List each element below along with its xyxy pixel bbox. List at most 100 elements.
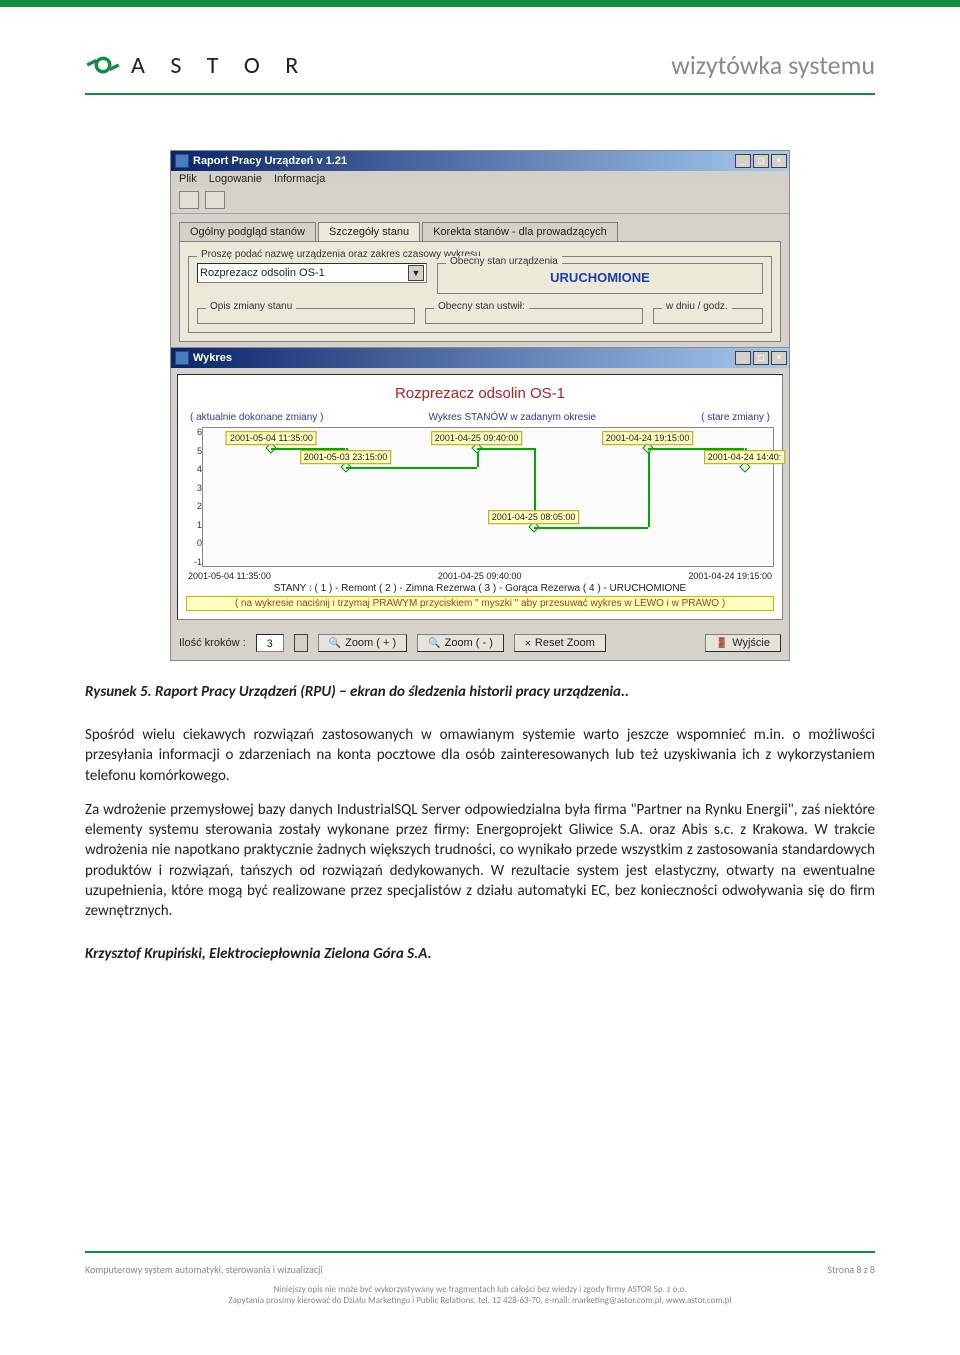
tab-bar: Ogólny podgląd stanów Szczegóły stanu Ko…: [179, 222, 781, 241]
main-app-window: Raport Pracy Urządzeń v 1.21 _ □ × Plik …: [170, 150, 790, 351]
steps-label: Ilość kroków :: [179, 637, 246, 649]
menu-bar: Plik Logowanie Informacja: [171, 171, 789, 187]
xlabel: 2001-04-25 09:40:00: [438, 571, 522, 581]
toolbar-button-1[interactable]: [179, 191, 199, 209]
xlabel: 2001-05-04 11:35:00: [188, 571, 271, 581]
device-range-fieldset: Proszę podać nazwę urządzenia oraz zakre…: [188, 256, 772, 333]
reset-zoom-button[interactable]: ✕ Reset Zoom: [514, 634, 606, 652]
chart-header-labels: ( aktualnie dokonane zmiany ) Wykres STA…: [186, 412, 774, 427]
current-status-value: URUCHOMIONE: [446, 270, 754, 285]
paragraph: Spośród wielu ciekawych rozwiązań zastos…: [85, 725, 875, 786]
steps-input[interactable]: 3: [256, 634, 284, 652]
footer-legal-1: Niniejszy opis nie może być wykorzystywa…: [85, 1284, 875, 1296]
reset-zoom-icon: ✕: [525, 638, 531, 649]
main-window-title: Raport Pracy Urządzeń v 1.21: [193, 155, 347, 167]
zoom-out-label: Zoom ( - ): [445, 637, 493, 649]
zoom-out-icon: 🔍: [428, 638, 440, 649]
page-footer: Komputerowy system automatyki, sterowani…: [85, 1221, 875, 1307]
ytick: 5: [188, 446, 202, 456]
tab-korekta[interactable]: Korekta stanów - dla prowadzących: [422, 222, 618, 241]
footer-legal-2: Zapytania prosimy kierować do Działu Mar…: [85, 1295, 875, 1307]
zoom-in-label: Zoom ( + ): [345, 637, 396, 649]
zoom-in-button[interactable]: 🔍 Zoom ( + ): [318, 634, 408, 652]
chart-callout: 2001-05-04 11:35:00: [226, 431, 317, 445]
footer-left: Komputerowy system automatyki, sterowani…: [85, 1263, 323, 1276]
minimize-button[interactable]: _: [735, 154, 751, 168]
document-section-label: wizytówka systemu: [671, 49, 875, 81]
brand-logo: A S T O R: [85, 47, 308, 83]
ytick: 4: [188, 464, 202, 474]
exit-label: Wyjście: [732, 637, 770, 649]
toolbar: [171, 187, 789, 214]
zoom-out-button[interactable]: 🔍 Zoom ( - ): [417, 634, 504, 652]
opis-zmiany-fieldset: Opis zmiany stanu: [197, 308, 415, 324]
tab-panel: Proszę podać nazwę urządzenia oraz zakre…: [179, 241, 781, 342]
chart-window-title: Wykres: [193, 352, 232, 364]
chart-window: Wykres _ □ × Rozprezacz odsolin OS-1 ( a…: [170, 347, 790, 661]
chart-label-right: ( stare zmiany ): [701, 412, 770, 423]
xlabel: 2001-04-24 19:15:00: [688, 571, 772, 581]
chart-line-segment: [648, 448, 745, 450]
ytick: 1: [188, 520, 202, 530]
zoom-in-icon: 🔍: [329, 638, 341, 649]
chart-callout: 2001-04-24 14:40:: [704, 451, 786, 465]
top-border-bar: [0, 0, 960, 7]
chart-line-segment: [534, 527, 648, 529]
chart-maximize-button[interactable]: □: [753, 351, 769, 365]
chart-hint: ( na wykresie naciśnij i trzymaj PRAWYM …: [186, 596, 774, 611]
chart-line-segment: [271, 448, 345, 450]
tab-szczegoly[interactable]: Szczegóły stanu: [318, 222, 420, 241]
chart-label-center: Wykres STANÓW w zadanym okresie: [428, 412, 596, 423]
paragraph: Za wdrożenie przemysłowej bazy danych In…: [85, 800, 875, 922]
figure-caption: Rysunek 5. Raport Pracy Urządzeń (RPU) −…: [85, 683, 875, 701]
chart-body: Rozprezacz odsolin OS-1 ( aktualnie doko…: [177, 374, 783, 620]
maximize-button[interactable]: □: [753, 154, 769, 168]
ytick: -1: [188, 557, 202, 567]
chart-minimize-button[interactable]: _: [735, 351, 751, 365]
chart-line-segment: [346, 467, 477, 469]
chart-title: Rozprezacz odsolin OS-1: [186, 381, 774, 412]
exit-button[interactable]: 🚪Wyjście: [705, 634, 781, 652]
device-combo[interactable]: Rozprezacz odsolin OS-1 ▼: [197, 263, 427, 283]
astor-logo-icon: [85, 47, 121, 83]
tab-ogolny[interactable]: Ogólny podgląd stanów: [179, 222, 316, 241]
embedded-screenshot: Raport Pracy Urządzeń v 1.21 _ □ × Plik …: [170, 150, 790, 661]
brand-logo-text: A S T O R: [131, 51, 308, 80]
footer-divider: [85, 1251, 875, 1253]
ytick: 3: [188, 483, 202, 493]
page-header: A S T O R wizytówka systemu: [85, 47, 875, 83]
chart-bottom-controls: Ilość kroków : 3 🔍 Zoom ( + ) 🔍 Zoom ( - )…: [171, 626, 789, 660]
body-text: Spośród wielu ciekawych rozwiązań zastos…: [85, 725, 875, 935]
chart-callout: 2001-05-03 23:15:00: [300, 451, 392, 465]
opis-zmiany-legend: Opis zmiany stanu: [206, 301, 296, 312]
dniu-fieldset: w dniu / godz.: [653, 308, 763, 324]
menu-plik[interactable]: Plik: [179, 173, 197, 185]
chart-callout: 2001-04-24 19:15:00: [602, 431, 694, 445]
close-button[interactable]: ×: [771, 154, 787, 168]
chart-x-axis-labels: 2001-05-04 11:35:00 2001-04-25 09:40:00 …: [188, 571, 772, 581]
device-range-legend: Proszę podać nazwę urządzenia oraz zakre…: [197, 249, 485, 260]
chart-close-button[interactable]: ×: [771, 351, 787, 365]
device-combo-value: Rozprezacz odsolin OS-1: [200, 267, 325, 279]
ustawil-fieldset: Obecny stan ustwił:: [425, 308, 643, 324]
menu-logowanie[interactable]: Logowanie: [209, 173, 262, 185]
chart-window-titlebar: Wykres _ □ ×: [171, 348, 789, 368]
app-icon: [175, 154, 189, 168]
chart-plot-area[interactable]: 2001-05-04 11:35:00 2001-05-03 23:15:00 20…: [202, 427, 774, 567]
reset-zoom-label: Reset Zoom: [535, 637, 595, 649]
chart-label-left: ( aktualnie dokonane zmiany ): [190, 412, 323, 423]
dniu-legend: w dniu / godz.: [662, 301, 732, 312]
ustawil-legend: Obecny stan ustwił:: [434, 301, 529, 312]
steps-spinner[interactable]: [294, 634, 308, 652]
author-line: Krzysztof Krupiński, Elektrociepłownia Z…: [85, 945, 875, 963]
chevron-down-icon[interactable]: ▼: [408, 265, 424, 281]
chart-app-icon: [175, 351, 189, 365]
chart-line-segment: [477, 448, 534, 450]
chart-legend-line: STANY : ( 1 ) - Remont ( 2 ) - Zimna Rez…: [186, 583, 774, 594]
chart-callout: 2001-04-25 09:40:00: [431, 431, 523, 445]
menu-informacja[interactable]: Informacja: [274, 173, 325, 185]
toolbar-button-2[interactable]: [205, 191, 225, 209]
chart-callout: 2001-04-25 08:05:00: [488, 510, 580, 524]
chart-line-segment: [648, 448, 650, 527]
current-status-legend: Obecny stan urządzenia: [446, 256, 562, 267]
